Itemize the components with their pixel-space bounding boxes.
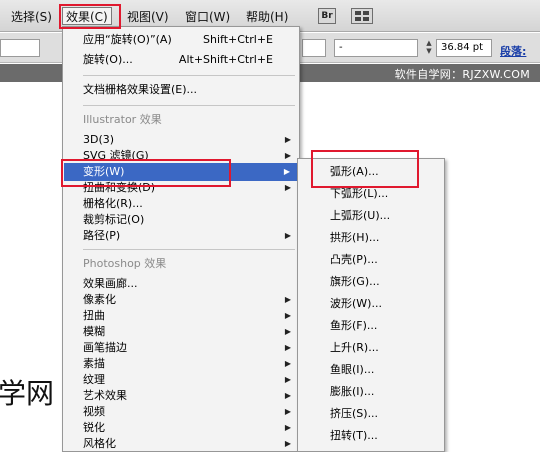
submenu-item-arc-lower[interactable]: 下弧形(L)... [330,185,444,203]
canvas-text: 学网 [0,377,55,410]
menu-item-label: 应用“旋转(O)”(A) [83,33,172,46]
shortcut-text: Alt+Shift+Ctrl+E [178,53,273,66]
control-field-left[interactable] [0,39,40,57]
menu-separator [83,249,295,250]
menu-item-label: 像素化 [83,293,116,306]
menu-view[interactable]: 视图(V) [124,8,172,26]
menu-item-label: 画笔描边 [83,341,127,354]
effect-dropdown-menu: 应用“旋转(O)”(A) Shift+Ctrl+E 旋转(O)... Alt+S… [62,26,300,452]
menu-item-label: 效果画廊... [83,277,138,290]
menu-help[interactable]: 帮助(H) [243,8,291,26]
warp-submenu: 弧形(A)... 下弧形(L)... 上弧形(U)... 拱形(H)... 凸壳… [297,158,445,452]
menu-effect[interactable]: 效果(C) [62,7,112,25]
watermark-text: 软件自学网：RJZXW.COM [394,68,530,81]
control-field-mid[interactable] [302,39,326,57]
bridge-icon[interactable]: Br [318,8,336,24]
menu-item-rotate[interactable]: 旋转(O)... Alt+Shift+Ctrl+E [83,51,299,69]
font-size-stepper[interactable]: ▲ ▼ [424,39,434,57]
submenu-arrow-icon: ▶ [284,231,291,240]
menu-item-label: 锐化 [83,421,105,434]
menu-item-label: 变形(W) [83,165,125,178]
menu-item-stylize[interactable]: 风格化 ▶ [83,435,299,452]
submenu-item-wave[interactable]: 波形(W)... [330,295,444,313]
submenu-item-inflate[interactable]: 膨胀(I)... [330,383,444,401]
menu-item-label: 路径(P) [83,229,121,242]
menu-item-path[interactable]: 路径(P) ▶ [83,227,299,245]
menu-item-apply-rotate[interactable]: 应用“旋转(O)”(A) Shift+Ctrl+E [83,31,299,49]
arrange-documents-icon[interactable] [351,8,373,24]
menu-item-label: SVG 滤镜(G) [83,149,149,162]
shortcut-text: Shift+Ctrl+E [203,33,273,46]
submenu-item-fisheye[interactable]: 鱼眼(I)... [330,361,444,379]
font-size-input[interactable]: 36.84 pt [436,39,492,57]
submenu-item-squeeze[interactable]: 挤压(S)... [330,405,444,423]
paragraph-link[interactable]: 段落: [500,43,526,59]
menu-select[interactable]: 选择(S) [8,8,55,26]
menu-item-label: 纹理 [83,373,105,386]
menu-item-label: 视频 [83,405,105,418]
menu-item-label: 裁剪标记(O) [83,213,145,226]
menu-item-label: 扭曲 [83,309,105,322]
menu-item-label: 模糊 [83,325,105,338]
menu-separator [83,105,295,106]
menu-window[interactable]: 窗口(W) [182,8,233,26]
submenu-arrow-icon: ▶ [284,439,291,448]
submenu-item-flag[interactable]: 旗形(G)... [330,273,444,291]
font-style-select[interactable]: - [334,39,418,57]
menu-item-label: 栅格化(R)... [83,197,143,210]
menu-item-label: 3D(3) [83,133,115,146]
menu-item-label: 旋转(O)... [83,53,133,66]
submenu-item-arc-upper[interactable]: 上弧形(U)... [330,207,444,225]
menu-header-photoshop: Photoshop 效果 [83,257,167,270]
menu-item-label: 艺术效果 [83,389,127,402]
menu-header-illustrator: Illustrator 效果 [83,113,162,126]
submenu-item-bulge[interactable]: 凸壳(P)... [330,251,444,269]
menu-item-label: 风格化 [83,437,116,450]
submenu-item-arch[interactable]: 拱形(H)... [330,229,444,247]
submenu-item-fish[interactable]: 鱼形(F)... [330,317,444,335]
menu-item-raster-settings[interactable]: 文档栅格效果设置(E)... [83,81,299,99]
submenu-item-rise[interactable]: 上升(R)... [330,339,444,357]
menu-separator [83,75,295,76]
menu-item-label: 扭曲和变换(D) [83,181,156,194]
submenu-item-arc[interactable]: 弧形(A)... [330,163,444,181]
menu-item-label: 素描 [83,357,105,370]
submenu-item-twist[interactable]: 扭转(T)... [330,427,444,445]
